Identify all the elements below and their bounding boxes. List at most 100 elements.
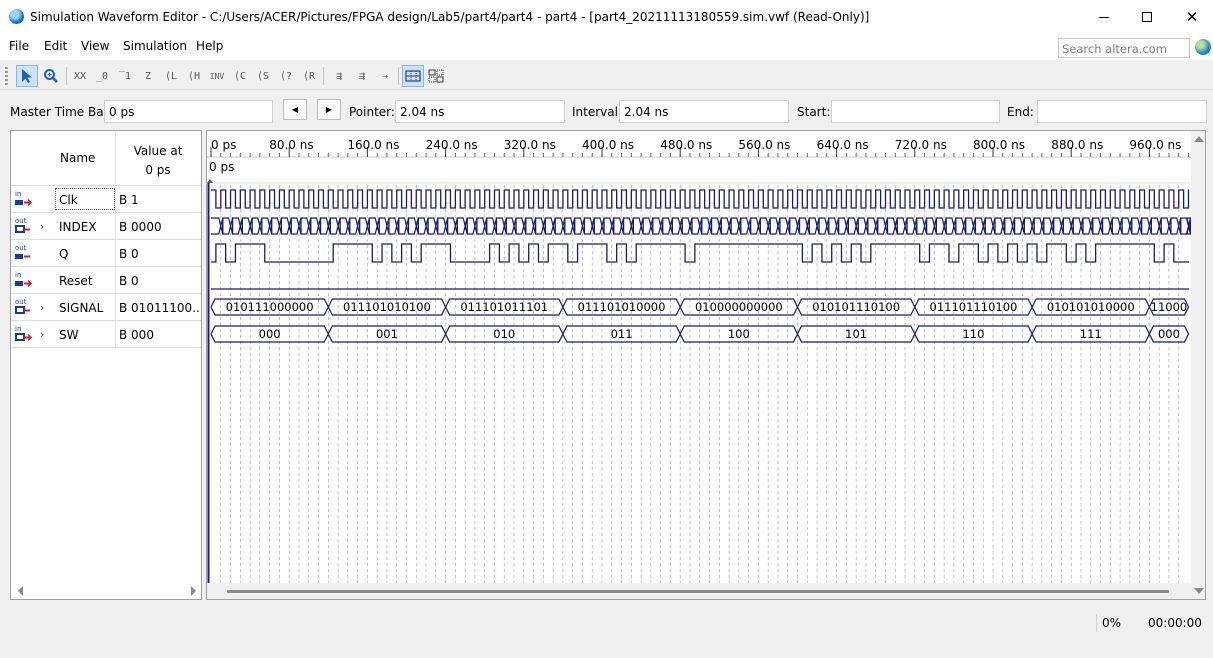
end-field [1037,100,1207,123]
dont-care-button[interactable]: XX [69,65,91,87]
menu-edit[interactable]: Edit [44,39,67,53]
sw-segment-label: 100 [728,327,750,341]
sw-segment-label: 101 [845,327,867,341]
menu-view[interactable]: View [81,39,109,53]
arbitrary-value-icon: ⟨R [302,70,316,82]
column-divider[interactable] [115,131,116,185]
signal-row[interactable]: in › SW B 000 [11,320,201,348]
menu-simulation[interactable]: Simulation [123,39,187,53]
toolbar-grip[interactable] [5,67,8,85]
weak-high-button[interactable]: ⟨H [183,65,205,87]
toolbar: XX _0 ‾1 Z ⟨L ⟨H INV ⟨C ⟨S ⟨? ⟨R ⇶ ⇶ ⇢ [0,62,1213,90]
status-progress: 0% [1102,616,1122,630]
count-value-button[interactable]: ⟨C [229,65,251,87]
force-high-button[interactable]: ‾1 [114,65,136,87]
snap-icon: ⇶ [335,70,343,82]
compare-button[interactable]: ⇶ [351,65,373,87]
signal-row[interactable]: in Clk B 1 [11,185,201,213]
minimize-button[interactable] [1081,0,1127,34]
clk-waveform [211,189,1190,209]
arbitrary-value-button[interactable]: ⟨R [298,65,320,87]
sw-segment-label: 111 [1080,327,1102,341]
signal-value: B 01011100... [119,301,199,315]
signal-row[interactable]: out › SIGNAL B 01011100... [11,293,201,321]
run-icon: ⇢ [381,70,389,82]
value-column-header[interactable]: Value at 0 ps [123,142,193,180]
high-impedance-icon: Z [144,70,152,82]
waveform-canvas[interactable]: 0 ps 80.0 ns 160.0 ns 240.0 ns 320.0 ns 400.0… [207,131,1206,600]
zoom-icon [44,69,58,83]
signal-name[interactable]: SIGNAL [59,301,103,315]
signal-row[interactable]: out › INDEX B 0000 [11,212,201,240]
svg-text:in: in [15,325,21,333]
zoom-tool-button[interactable] [40,65,62,87]
svg-text:in: in [15,271,21,279]
wave-vertical-scrollbar[interactable] [1191,131,1206,600]
menu-help[interactable]: Help [196,39,223,53]
previous-transition-button[interactable]: ◀ [283,99,307,120]
horizontal-scroll-thumb[interactable] [227,590,1169,593]
signal-row[interactable]: out Q B 0 [11,239,201,267]
high-impedance-button[interactable]: Z [137,65,159,87]
signal-name[interactable]: INDEX [59,220,97,234]
signal-value: B 0 [119,247,139,261]
column-divider [115,267,116,294]
waveform-panel[interactable]: 0 ps 80.0 ns 160.0 ns 240.0 ns 320.0 ns 400.0… [206,130,1206,600]
pointer-icon [22,69,32,83]
svg-text:out: out [15,298,27,306]
master-time-bar-field[interactable]: 0 ps [104,100,273,123]
end-label: End: [1007,105,1034,119]
chevron-right-icon[interactable]: › [40,220,44,233]
app-icon [9,9,24,24]
run-simulation-button[interactable]: ⇢ [374,65,396,87]
names-horizontal-scrollbar[interactable] [11,583,201,599]
force-low-button[interactable]: _0 [91,65,113,87]
menu-file[interactable]: File [9,39,29,53]
group-button[interactable] [425,65,447,87]
name-column-header[interactable]: Name [60,151,95,165]
window-title: Simulation Waveform Editor - C:/Users/AC… [30,10,870,24]
time-bar: Master Time Bar: 0 ps ◀ ▶ Pointer: 2.04 … [0,96,1213,126]
weak-high-icon: ⟨H [187,70,201,82]
ruler-label: 400.0 ns [582,138,634,152]
compare-icon: ⇶ [358,70,366,82]
title-bar: Simulation Waveform Editor - C:/Users/AC… [0,0,1213,34]
search-input[interactable]: Search altera.com [1058,38,1190,58]
output-bus-icon: out [15,298,30,314]
signal-name[interactable]: Clk [59,193,78,207]
signal-row[interactable]: in Reset B 0 [11,266,201,294]
pointer-label: Pointer: [349,105,395,119]
weak-low-button[interactable]: ⟨L [160,65,182,87]
column-divider [115,321,116,348]
sw-segment-label: 110 [962,327,984,341]
minimize-icon [1099,16,1109,18]
ruler-label: 640.0 ns [817,138,869,152]
input-bus-icon: in [15,325,33,342]
pointer-tool-button[interactable] [16,65,38,87]
close-button[interactable]: ✕ [1169,0,1213,34]
snap-to-transition-button[interactable]: ⇶ [328,65,350,87]
waveform-editor-window: Simulation Waveform Editor - C:/Users/AC… [0,0,1213,658]
next-transition-button[interactable]: ▶ [317,99,341,120]
chevron-right-icon[interactable]: › [40,328,44,341]
globe-icon[interactable] [1195,39,1211,55]
random-value-icon: ⟨? [279,70,293,82]
invert-button[interactable]: INV [206,65,228,87]
signal-value: B 0 [119,274,139,288]
ruler-label: 320.0 ns [504,138,556,152]
ruler-label: 800.0 ns [973,138,1025,152]
status-elapsed-time: 00:00:00 [1148,616,1202,630]
svg-text:out: out [15,217,27,225]
signal-name[interactable]: Reset [59,274,93,288]
column-divider [115,186,116,213]
marker-triangle-icon [207,179,213,183]
scroll-left-icon [18,586,23,596]
signal-name[interactable]: SW [59,328,78,342]
chevron-right-icon[interactable]: › [40,301,44,314]
ruler-label: 0 ps [211,138,236,152]
clock-value-button[interactable]: ⟨S [252,65,274,87]
signal-name[interactable]: Q [59,247,68,261]
maximize-button[interactable] [1124,0,1170,34]
random-value-button[interactable]: ⟨? [275,65,297,87]
grid-toggle-button[interactable] [402,65,424,87]
